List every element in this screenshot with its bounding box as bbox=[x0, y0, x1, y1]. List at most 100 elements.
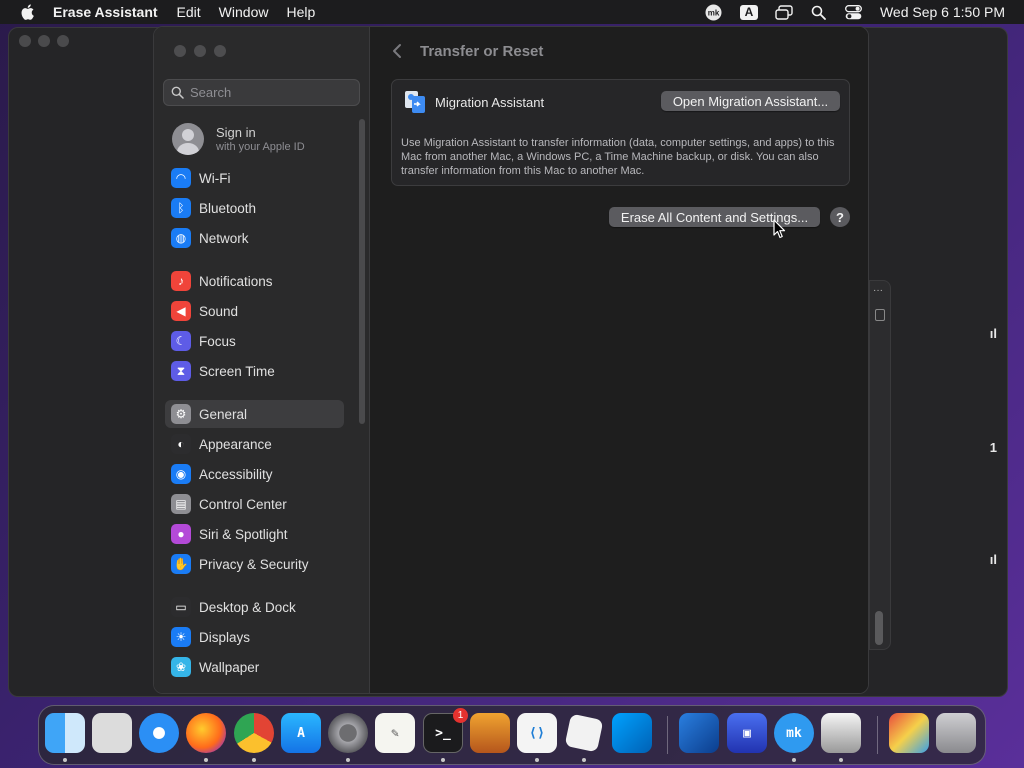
sidebar-item-appearance[interactable]: ◐ Appearance bbox=[165, 430, 344, 458]
svg-text:mk: mk bbox=[708, 8, 720, 17]
roblox-icon[interactable] bbox=[564, 713, 604, 753]
system-settings-icon[interactable] bbox=[328, 713, 368, 753]
apple-icon[interactable] bbox=[19, 3, 37, 21]
page-title: Transfer or Reset bbox=[420, 43, 544, 60]
sidebar-item-privacy-security[interactable]: ✋ Privacy & Security bbox=[165, 550, 344, 578]
folder-stack-icon[interactable] bbox=[889, 713, 929, 753]
search-input[interactable] bbox=[190, 85, 350, 100]
dock-icon: ▭ bbox=[171, 597, 191, 617]
back-chevron-icon[interactable] bbox=[392, 43, 402, 64]
input-source-icon[interactable]: A bbox=[739, 4, 758, 20]
mouse-cursor-icon bbox=[773, 219, 786, 239]
search-field[interactable] bbox=[163, 79, 360, 106]
bluetooth-icon: ᛒ bbox=[171, 198, 191, 218]
sidebar-item-notifications[interactable]: ♪ Notifications bbox=[165, 267, 344, 295]
dock-glyph: ⟨⟩ bbox=[529, 725, 545, 741]
help-button[interactable]: ? bbox=[830, 207, 850, 227]
menu-help[interactable]: Help bbox=[286, 4, 315, 20]
gear-icon: ⚙ bbox=[171, 404, 191, 424]
sidebar-item-label: Control Center bbox=[199, 496, 287, 512]
accessibility-icon: ◉ bbox=[171, 464, 191, 484]
sidebar-item-wallpaper[interactable]: ❀ Wallpaper bbox=[165, 653, 344, 681]
sidebar-item-label: Sound bbox=[199, 303, 239, 319]
speaker-icon: ◀ bbox=[171, 301, 191, 321]
edge-label: ıl bbox=[989, 552, 997, 567]
sidebar-scrollbar[interactable] bbox=[359, 119, 365, 424]
search-icon[interactable] bbox=[810, 4, 828, 20]
ellipsis-icon[interactable]: ··· bbox=[873, 285, 883, 296]
safari-icon[interactable] bbox=[139, 713, 179, 753]
sun-icon: ☀ bbox=[171, 627, 191, 647]
zoom-icon[interactable] bbox=[214, 45, 226, 57]
sidebar-item-accessibility[interactable]: ◉ Accessibility bbox=[165, 460, 344, 488]
terminal-icon[interactable]: >_ 1 bbox=[423, 708, 468, 753]
screen-mirroring-icon[interactable] bbox=[775, 4, 793, 20]
sidebar-item-label: Privacy & Security bbox=[199, 556, 309, 572]
sidebar-item-label: Siri & Spotlight bbox=[199, 526, 288, 542]
menu-app-name[interactable]: Erase Assistant bbox=[53, 4, 158, 20]
list-icon[interactable] bbox=[875, 309, 885, 321]
hourglass-icon: ⧗ bbox=[171, 361, 191, 381]
control-center-icon[interactable] bbox=[845, 4, 863, 20]
close-icon[interactable] bbox=[174, 45, 186, 57]
dock-glyph: mk bbox=[786, 725, 802, 741]
minimize-icon[interactable] bbox=[38, 35, 50, 47]
sidebar-item-siri-spotlight[interactable]: ● Siri & Spotlight bbox=[165, 520, 344, 548]
sidebar-item-displays[interactable]: ☀ Displays bbox=[165, 623, 344, 651]
guitar-icon[interactable] bbox=[470, 713, 510, 753]
zoom-icon[interactable] bbox=[57, 35, 69, 47]
window-controls bbox=[174, 45, 226, 57]
finder-icon[interactable] bbox=[45, 713, 85, 753]
open-migration-assistant-button[interactable]: Open Migration Assistant... bbox=[661, 91, 840, 111]
running-indicator bbox=[346, 758, 350, 762]
appearance-icon: ◐ bbox=[171, 434, 191, 454]
running-indicator bbox=[252, 758, 256, 762]
sidebar-item-label: Accessibility bbox=[199, 466, 273, 482]
sidebar: Sign in with your Apple ID ◠ Wi-Fi ᛒ Blueto… bbox=[154, 27, 370, 693]
dock-glyph: >_ bbox=[435, 725, 451, 741]
mk-icon[interactable]: mk bbox=[774, 713, 814, 753]
close-icon[interactable] bbox=[19, 35, 31, 47]
vscode-icon[interactable]: ⟨⟩ bbox=[517, 713, 557, 753]
app-store-icon[interactable]: A bbox=[281, 713, 321, 753]
sidebar-item-network[interactable]: ◍ Network bbox=[165, 224, 344, 252]
sidebar-item-label: Displays bbox=[199, 629, 251, 645]
sidebar-item-sound[interactable]: ◀ Sound bbox=[165, 297, 344, 325]
screen-sharing-icon[interactable] bbox=[679, 713, 719, 753]
migration-assistant-title: Migration Assistant bbox=[435, 95, 545, 110]
bartender-icon[interactable] bbox=[821, 713, 861, 753]
bell-icon: ♪ bbox=[171, 271, 191, 291]
scrollbar-thumb[interactable] bbox=[875, 611, 883, 645]
launchpad-icon[interactable] bbox=[92, 713, 132, 753]
menu-window[interactable]: Window bbox=[219, 4, 269, 20]
firefox-icon[interactable] bbox=[186, 713, 226, 753]
signin-title: Sign in bbox=[216, 125, 256, 140]
sidebar-item-general[interactable]: ⚙ General bbox=[165, 400, 344, 428]
avatar bbox=[172, 123, 204, 155]
migration-assistant-icon bbox=[405, 91, 425, 113]
frame-icon[interactable]: ▣ bbox=[727, 713, 767, 753]
sidebar-item-bluetooth[interactable]: ᛒ Bluetooth bbox=[165, 194, 344, 222]
sidebar-item-desktop-dock[interactable]: ▭ Desktop & Dock bbox=[165, 593, 344, 621]
sidebar-item-wi-fi[interactable]: ◠ Wi-Fi bbox=[165, 164, 344, 192]
menu-datetime[interactable]: Wed Sep 6 1:50 PM bbox=[880, 4, 1005, 20]
trash-icon[interactable] bbox=[936, 713, 976, 753]
search-icon bbox=[171, 86, 184, 99]
minimize-icon[interactable] bbox=[194, 45, 206, 57]
erase-all-content-button[interactable]: Erase All Content and Settings... bbox=[609, 207, 820, 227]
migration-assistant-description: Use Migration Assistant to transfer info… bbox=[401, 137, 835, 178]
hand-icon: ✋ bbox=[171, 554, 191, 574]
sidebar-item-screen-time[interactable]: ⧗ Screen Time bbox=[165, 357, 344, 385]
menu-edit[interactable]: Edit bbox=[177, 4, 201, 20]
sidebar-item-focus[interactable]: ☾ Focus bbox=[165, 327, 344, 355]
sidebar-item-label: Appearance bbox=[199, 436, 272, 452]
sidebar-item-control-center[interactable]: ▤ Control Center bbox=[165, 490, 344, 518]
chrome-icon[interactable] bbox=[234, 713, 274, 753]
dock-glyph: A bbox=[297, 725, 305, 741]
textedit-icon[interactable]: ✎ bbox=[375, 713, 415, 753]
sidebar-item-label: Network bbox=[199, 230, 249, 246]
roblox-studio-icon[interactable] bbox=[612, 713, 652, 753]
edge-label: 1 bbox=[989, 440, 997, 455]
apple-id-signin[interactable]: Sign in with your Apple ID bbox=[172, 123, 305, 155]
mk-icon[interactable]: mk bbox=[705, 4, 723, 20]
